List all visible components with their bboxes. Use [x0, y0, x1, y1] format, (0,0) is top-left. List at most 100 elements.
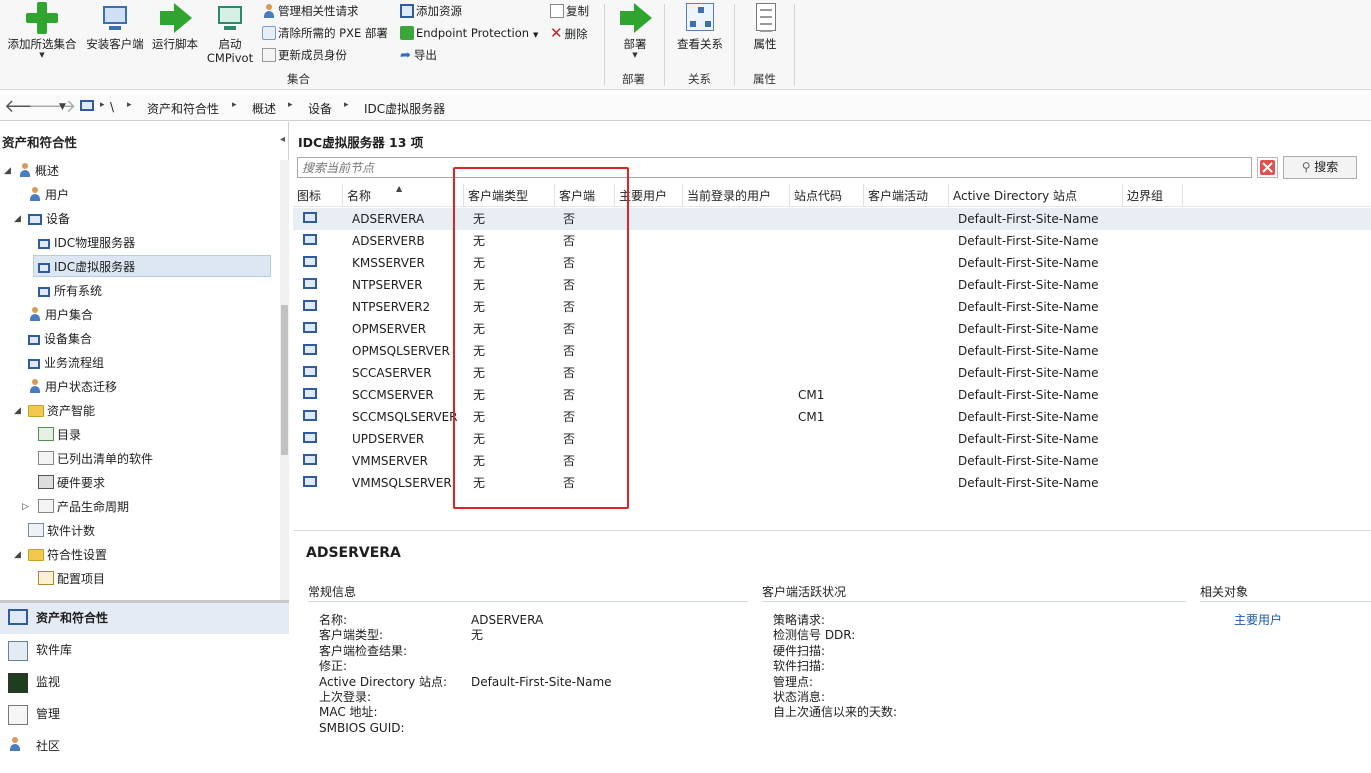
row-name: SCCASERVER: [352, 366, 432, 380]
tree-item-devices[interactable]: 设备: [28, 208, 70, 230]
tree-item-asset-intelligence[interactable]: 资产智能: [28, 400, 95, 422]
row-name: SCCMSQLSERVER: [352, 410, 458, 424]
run-script-button[interactable]: 运行脚本: [149, 2, 201, 51]
add-to-collection-button[interactable]: 添加所选集合 ▼: [4, 2, 80, 59]
export-icon: ➦: [400, 48, 411, 63]
row-site-code: CM1: [798, 410, 825, 424]
tree-item-inventoried-software[interactable]: 已列出清单的软件: [38, 448, 153, 470]
row-ad-site: Default-First-Site-Name: [958, 410, 1099, 424]
device-icon: [303, 410, 317, 421]
tree-item-orchestration-groups[interactable]: 业务流程组: [28, 352, 104, 374]
tree-item-user-state-migration[interactable]: 用户状态迁移: [28, 376, 117, 398]
column-header-ad-site[interactable]: Active Directory 站点: [949, 184, 1123, 207]
detail-label: Active Directory 站点:: [319, 674, 448, 689]
clear-search-button[interactable]: [1257, 157, 1278, 178]
details-pane: ADSERVERA 常规信息 客户端活跃状况 相关对象 名称: ADSERVERA…: [293, 530, 1371, 773]
row-name: OPMSERVER: [352, 322, 427, 336]
metering-icon: [28, 523, 44, 537]
collection-icon: [38, 287, 50, 297]
breadcrumb-root[interactable]: \: [110, 100, 114, 114]
tree-item-configuration-items[interactable]: 配置项目: [38, 568, 105, 590]
tree-item-overview[interactable]: 概述: [18, 160, 59, 182]
detail-label: 名称:: [319, 613, 348, 627]
properties-button[interactable]: 属性: [740, 2, 790, 51]
breadcrumb-separator[interactable]: ▸: [100, 100, 105, 110]
ribbon-separator: [734, 4, 735, 86]
clear-pxe-button[interactable]: 清除所需的 PXE 部署: [262, 23, 388, 43]
tree-item-device-collections[interactable]: 设备集合: [28, 328, 92, 350]
copy-button[interactable]: 复制: [550, 1, 589, 21]
tree-item-user-collections[interactable]: 用户集合: [28, 304, 93, 326]
deploy-button[interactable]: 部署 ▼: [610, 2, 660, 59]
navigation-pane: 资产和符合性 ◂ ◢ 概述 用户 ◢ 设备 IDC物理服务器 IDC虚拟服务器 …: [0, 122, 289, 773]
column-header-name[interactable]: 名称: [343, 184, 464, 207]
workspace-community[interactable]: 社区: [0, 731, 289, 762]
navigation-scrollbar[interactable]: [280, 160, 289, 600]
search-input[interactable]: [297, 157, 1252, 178]
breadcrumb-current[interactable]: IDC虚拟服务器: [364, 100, 445, 117]
tree-item-hardware-requirements[interactable]: 硬件要求: [38, 472, 105, 494]
endpoint-protection-button[interactable]: Endpoint Protection ▼: [400, 23, 538, 43]
column-header-icon[interactable]: 图标: [293, 184, 343, 207]
breadcrumb-devices[interactable]: 设备: [308, 100, 332, 117]
start-cmpivot-button[interactable]: 启动 CMPivot: [203, 2, 257, 65]
tree-item-label: 产品生命周期: [57, 500, 130, 514]
tree-item-label: 概述: [35, 164, 60, 178]
activity-label: 策略请求:: [773, 613, 826, 627]
tree-item-label: 配置项目: [57, 572, 106, 586]
collapse-pane-icon[interactable]: ◂: [280, 134, 285, 145]
tree-item-catalog[interactable]: 目录: [38, 424, 81, 446]
install-client-button[interactable]: 安装客户端: [83, 2, 147, 51]
activity-label: 自上次通信以来的天数:: [773, 705, 898, 720]
row-name: VMMSERVER: [352, 454, 428, 468]
breadcrumb-separator[interactable]: ▸: [288, 100, 293, 110]
expander-icon[interactable]: ◢: [4, 166, 11, 176]
properties-icon: [748, 2, 782, 34]
breadcrumb-separator[interactable]: ▸: [127, 100, 132, 110]
manage-affinity-button[interactable]: 管理相关性请求: [262, 1, 359, 21]
tree-item-label: 目录: [57, 428, 82, 442]
column-header-client-activity[interactable]: 客户端活动: [864, 184, 949, 207]
tree-item-software-metering[interactable]: 软件计数: [28, 520, 95, 542]
expander-icon[interactable]: ◢: [14, 406, 21, 416]
tree-item-idc-virtual[interactable]: IDC虚拟服务器: [33, 255, 271, 277]
tree-item-all-systems[interactable]: 所有系统: [38, 280, 102, 302]
user-icon: [262, 4, 276, 18]
device-icon: [303, 454, 317, 465]
view-relationships-button[interactable]: 查看关系: [670, 2, 730, 51]
primary-user-link[interactable]: 主要用户: [1234, 611, 1282, 628]
workspace-assets-compliance[interactable]: 资产和符合性: [0, 603, 289, 634]
tree-item-users[interactable]: 用户: [28, 184, 69, 206]
breadcrumb-separator[interactable]: ▸: [232, 100, 237, 110]
detail-label: SMBIOS GUID:: [319, 720, 405, 735]
expander-icon[interactable]: ◢: [14, 550, 21, 560]
scrollbar-thumb[interactable]: [281, 305, 288, 455]
row-name: OPMSQLSERVER: [352, 344, 450, 358]
breadcrumb-overview[interactable]: 概述: [252, 100, 276, 117]
delete-button[interactable]: ✕ 删除: [550, 23, 588, 43]
column-header-boundary-group[interactable]: 边界组: [1123, 184, 1183, 207]
column-header-site-code[interactable]: 站点代码: [790, 184, 864, 207]
forward-arrow-icon[interactable]: 🡒: [28, 97, 76, 117]
export-button[interactable]: ➦ 导出: [400, 45, 437, 65]
workspace-software-library[interactable]: 软件库: [0, 635, 289, 666]
expander-icon[interactable]: ▷: [22, 502, 29, 512]
column-header-current-user[interactable]: 当前登录的用户: [683, 184, 790, 207]
breadcrumb-separator[interactable]: ▸: [344, 100, 349, 110]
history-dropdown-icon[interactable]: ▼: [59, 102, 66, 112]
expander-icon[interactable]: ◢: [14, 214, 21, 224]
workspace-monitoring[interactable]: 监视: [0, 667, 289, 698]
search-button[interactable]: ⚲ 搜索: [1283, 156, 1357, 179]
view-relationships-label: 查看关系: [677, 37, 723, 51]
workspace-label: 资产和符合性: [36, 611, 109, 625]
workspace-administration[interactable]: 管理: [0, 699, 289, 730]
tree-item-product-lifecycle[interactable]: 产品生命周期: [38, 496, 129, 518]
tree-item-compliance-settings[interactable]: 符合性设置: [28, 544, 107, 566]
refresh-membership-button[interactable]: 更新成员身份: [262, 45, 347, 65]
tree-item-idc-physical[interactable]: IDC物理服务器: [38, 232, 135, 254]
add-resource-button[interactable]: 添加资源: [400, 1, 462, 21]
add-to-collection-label: 添加所选集合: [7, 37, 77, 51]
device-icon: [303, 344, 317, 355]
breadcrumb-assets[interactable]: 资产和符合性: [147, 100, 219, 117]
row-ad-site: Default-First-Site-Name: [958, 256, 1099, 270]
